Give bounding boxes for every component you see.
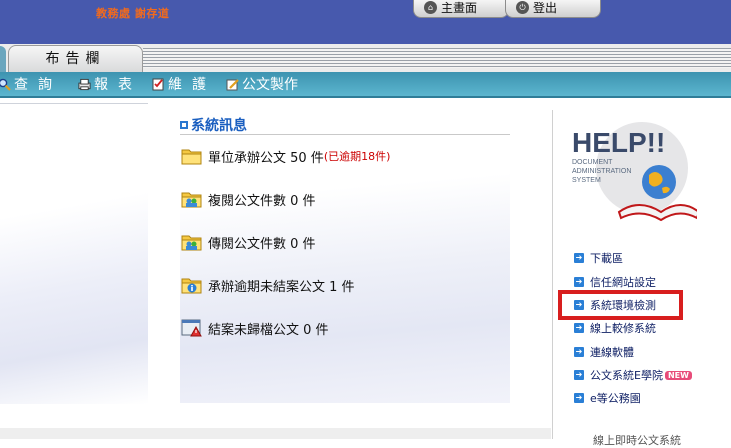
bottom-bar [0,428,551,439]
message-row-assigned[interactable]: 單位承辦公文 50 件 (已逾期18件) [181,146,390,166]
logout-icon: ⏻ [516,1,529,14]
arrow-right-icon: ➔ [574,323,584,333]
help-logo-title: HELP!! [572,127,665,158]
system-messages-title: 系統訊息 [180,115,247,135]
link-e-academy[interactable]: ➔ 公文系統E學院 NEW [574,367,692,383]
left-panel [0,103,148,404]
folder-users-icon [181,235,202,251]
window-warning-icon [181,319,202,337]
pencil-note-icon [226,78,239,91]
arrow-right-icon: ➔ [574,370,584,380]
system-messages-title-text: 系統訊息 [191,118,247,134]
folder-info-icon [181,278,202,294]
menu-compose-label: 公文製作 [242,77,298,93]
link-downloads[interactable]: ➔ 下載區 [574,250,623,266]
message-text: 結案未歸檔公文 0 件 [208,322,329,338]
home-button[interactable]: ⌂ 主畫面 [413,0,509,18]
folder-icon [181,149,202,165]
arrow-right-icon: ➔ [574,253,584,263]
arrow-right-icon: ➔ [574,347,584,357]
link-label: e等公務園 [590,392,641,405]
user-info: 教務處 謝存道 [96,7,170,20]
link-label: 連線軟體 [590,346,634,359]
logout-button-label: 登出 [533,1,558,15]
menu-report[interactable]: 報表 [78,74,142,94]
logout-button[interactable]: ⏻ 登出 [505,0,601,18]
cut-off-link[interactable]: 線上即時公文系統 [593,432,681,448]
link-trusted-sites[interactable]: ➔ 信任網站設定 [574,274,656,290]
title-divider [180,134,510,135]
link-label: 下載區 [590,252,623,265]
help-logo-sub3: SYSTEM [572,177,601,184]
message-text: 單位承辦公文 50 件 [208,150,324,166]
square-bullet-icon [180,121,188,129]
menu-maintain[interactable]: 維護 [152,74,216,94]
menu-report-label: 報表 [94,77,142,93]
panel-divider [552,110,553,439]
menu-maintain-label: 維護 [168,77,216,93]
message-row-overdue[interactable]: 承辦逾期未結案公文 1 件 [181,275,355,295]
link-label: 公文系統E學院 [590,369,663,382]
magnifier-icon [0,78,11,91]
help-logo-sub2: ADMINISTRATION [572,168,631,175]
message-row-circulate[interactable]: 傳閱公文件數 0 件 [181,232,316,252]
link-label: 信任網站設定 [590,276,656,289]
home-button-label: 主畫面 [441,1,478,15]
message-text: 承辦逾期未結案公文 1 件 [208,279,355,295]
link-e-park[interactable]: ➔ e等公務園 [574,390,641,406]
highlight-box [558,290,683,320]
link-connection-software[interactable]: ➔ 連線軟體 [574,344,634,360]
arrow-right-icon: ➔ [574,393,584,403]
printer-icon [78,78,91,91]
new-badge: NEW [664,370,692,380]
menu-query-label: 查詢 [14,77,62,93]
tab-left-edge [0,46,6,72]
menu-compose[interactable]: 公文製作 [226,74,298,94]
home-icon: ⌂ [424,1,437,14]
help-logo-sub1: DOCUMENT [572,159,613,166]
overdue-warning: (已逾期18件) [323,150,391,163]
message-row-review[interactable]: 複閱公文件數 0 件 [181,189,316,209]
message-text: 複閱公文件數 0 件 [208,193,316,209]
tab-bulletin[interactable]: 布告欄 [8,45,143,72]
arrow-right-icon: ➔ [574,277,584,287]
message-row-unarchived[interactable]: 結案未歸檔公文 0 件 [181,318,329,338]
tab-strip-lines [143,48,731,68]
link-label: 線上較修系統 [590,322,656,335]
message-text: 傳閱公文件數 0 件 [208,236,316,252]
folder-users-icon [181,192,202,208]
menu-bar: 查詢 報表 維護 公文製作 [0,72,731,98]
menu-query[interactable]: 查詢 [0,74,62,94]
checklist-icon [152,78,165,91]
link-online-repair[interactable]: ➔ 線上較修系統 [574,320,656,336]
help-logo: HELP!! DOCUMENT ADMINISTRATION SYSTEM [572,122,697,222]
